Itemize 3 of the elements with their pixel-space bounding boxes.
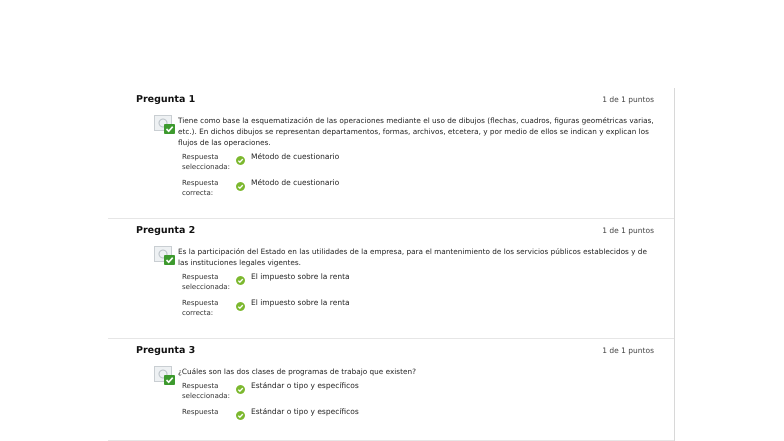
question-title: Pregunta 2	[136, 225, 196, 236]
question-title: Pregunta 1	[136, 94, 196, 105]
question-title: Pregunta 3	[136, 345, 196, 356]
